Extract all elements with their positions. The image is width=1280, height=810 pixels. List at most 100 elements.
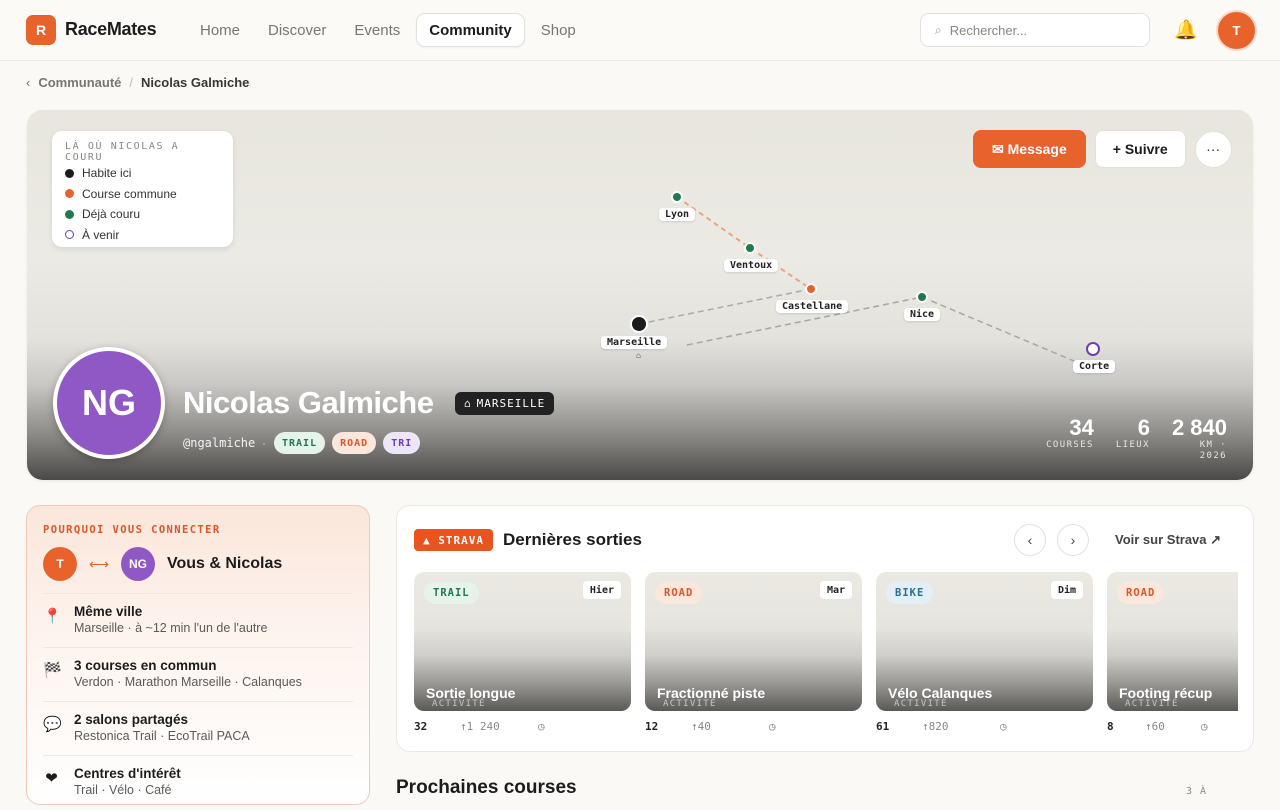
legend-label: À venir: [82, 227, 120, 242]
activity-carousel: TRAIL Hier ACTIVITÉ Sortie longue 32 ↑1 …: [414, 572, 1238, 742]
activity-elevation: ↑60: [1145, 720, 1165, 733]
strava-activities-card: ▲ STRAVA Dernières sorties ‹ › Voir sur …: [396, 505, 1254, 752]
reason-title: Centres d'intérêt: [74, 766, 181, 781]
legend-item-done: Déjà couru: [65, 204, 220, 225]
breadcrumb-separator: /: [129, 75, 134, 90]
activity-tag: ROAD: [1117, 582, 1165, 604]
shared-dot-icon: [65, 189, 74, 199]
pin-ventoux[interactable]: [744, 242, 756, 254]
back-chevron-icon[interactable]: ‹: [26, 75, 30, 90]
map-legend: LÀ OÙ NICOLAS A COURU Habite ici Course …: [52, 131, 233, 247]
activity-image: ROAD ACTIVITÉ Footing récup: [1107, 572, 1238, 711]
activity-date: Dim: [1050, 581, 1083, 599]
clock-icon: ◷: [769, 720, 776, 733]
activity-tag: ROAD: [655, 582, 703, 604]
activity-title: Vélo Calanques: [888, 685, 993, 701]
logo-icon[interactable]: R: [26, 15, 56, 45]
nav-shop[interactable]: Shop: [529, 13, 588, 47]
pin-marseille[interactable]: [630, 315, 648, 333]
pin-lyon[interactable]: [671, 191, 683, 203]
stat-value: 6: [1137, 415, 1150, 440]
activity-card[interactable]: ROAD ACTIVITÉ Footing récup 8 ↑60 ◷: [1107, 572, 1238, 742]
activity-date: Hier: [582, 581, 621, 599]
view-on-strava-link[interactable]: Voir sur Strava ↗: [1115, 532, 1221, 548]
legend-item-home: Habite ici: [65, 163, 220, 184]
pin-label-corte[interactable]: Corte: [1073, 360, 1116, 373]
activity-card[interactable]: TRAIL Hier ACTIVITÉ Sortie longue 32 ↑1 …: [414, 572, 631, 742]
search-icon: ⌕: [935, 22, 942, 37]
nav-home[interactable]: Home: [188, 13, 252, 47]
activity-card[interactable]: BIKE Dim ACTIVITÉ Vélo Calanques 61 ↑820…: [876, 572, 1093, 742]
search-box[interactable]: ⌕: [920, 13, 1150, 47]
activity-km: 8: [1107, 720, 1114, 733]
city-badge: ⌂ MARSEILLE: [455, 392, 555, 415]
legend-item-shared: Course commune: [65, 184, 220, 205]
stat-label: COURSES: [1046, 440, 1094, 450]
pin-label-ventoux[interactable]: Ventoux: [724, 259, 779, 272]
activity-card[interactable]: ROAD Mar ACTIVITÉ Fractionné piste 12 ↑4…: [645, 572, 862, 742]
nav-discover[interactable]: Discover: [256, 13, 338, 47]
pin-icon: 📍: [43, 608, 62, 625]
activity-tag: BIKE: [886, 582, 934, 604]
user-avatar[interactable]: T: [1218, 12, 1255, 49]
reason-sub: Marseille · à ~12 min l'un de l'autre: [74, 621, 268, 635]
activity-meta: 12 ↑40 ◷: [645, 711, 862, 742]
reason-title: 2 salons partagés: [74, 712, 189, 727]
nav-community[interactable]: Community: [416, 13, 525, 47]
connection-pair: T ⟷ NG Vous & Nicolas: [43, 547, 353, 581]
pin-nice[interactable]: [916, 291, 928, 303]
pin-label-marseille[interactable]: Marseille: [601, 336, 668, 349]
activity-meta: 32 ↑1 240 ◷: [414, 711, 631, 742]
profile-name: Nicolas Galmiche: [183, 385, 434, 420]
breadcrumb-parent[interactable]: Communauté: [38, 75, 121, 90]
handle-separator: ·: [262, 436, 266, 450]
strava-badge: ▲ STRAVA: [414, 529, 493, 551]
pin-label-nice[interactable]: Nice: [904, 308, 941, 321]
pin-corte[interactable]: [1086, 342, 1100, 356]
chat-bubble-icon: 💬: [43, 716, 62, 733]
next-arrow-icon[interactable]: ›: [1057, 524, 1089, 556]
city-label: MARSEILLE: [476, 397, 546, 410]
tag-road: ROAD: [332, 432, 377, 454]
reason-title: Même ville: [74, 604, 143, 619]
reason-interests: ❤ Centres d'intérêt Trail · Vélo · Café: [43, 756, 353, 810]
reason-sub: Verdon · Marathon Marseille · Calanques: [74, 675, 302, 689]
top-bar: R RaceMates Home Discover Events Communi…: [0, 0, 1280, 61]
stat-label: KM · 2026: [1199, 440, 1227, 461]
follow-button[interactable]: + Suivre: [1094, 130, 1186, 168]
activity-title: Footing récup: [1119, 685, 1213, 701]
activity-elevation: ↑820: [922, 720, 949, 733]
legend-label: Habite ici: [82, 166, 132, 181]
reason-sub: Restonica Trail · EcoTrail PACA: [74, 729, 250, 743]
prev-arrow-icon[interactable]: ‹: [1014, 524, 1046, 556]
why-heading: POURQUOI VOUS CONNECTER: [43, 524, 221, 536]
activity-image: ROAD Mar ACTIVITÉ Fractionné piste: [645, 572, 862, 711]
search-input[interactable]: [949, 22, 1130, 38]
home-dot-icon: [65, 168, 74, 178]
heart-icon: ❤: [45, 770, 58, 787]
pin-castellane[interactable]: [805, 283, 817, 295]
pin-label-lyon[interactable]: Lyon: [659, 208, 696, 221]
stat-label: LIEUX: [1115, 440, 1150, 450]
activity-tag: TRAIL: [424, 582, 479, 604]
activity-image: BIKE Dim ACTIVITÉ Vélo Calanques: [876, 572, 1093, 711]
tag-trail: TRAIL: [274, 432, 326, 454]
upcoming-dot-icon: [65, 230, 74, 240]
profile-actions: ✉ Message + Suivre ···: [973, 130, 1232, 168]
home-icon: ⌂: [636, 351, 641, 360]
message-button[interactable]: ✉ Message: [973, 130, 1086, 168]
reason-sub: Trail · Vélo · Café: [74, 783, 172, 797]
upcoming-races-title: Prochaines courses: [396, 777, 577, 798]
app-name[interactable]: RaceMates: [65, 19, 157, 40]
checkered-flag-icon: 🏁: [43, 662, 62, 679]
reasons-list: 📍 Même ville Marseille · à ~12 min l'un d…: [43, 593, 353, 810]
profile-stats: 34 COURSES 6 LIEUX 2 840 KM · 2026: [1046, 416, 1227, 462]
nav-events[interactable]: Events: [342, 13, 412, 47]
breadcrumb: ‹ Communauté / Nicolas Galmiche: [26, 75, 249, 90]
notification-bell-icon[interactable]: 🔔: [1174, 18, 1198, 42]
main-nav: Home Discover Events Community Shop: [188, 13, 588, 47]
activity-title: Sortie longue: [426, 685, 516, 701]
home-small-icon: ⌂: [464, 397, 472, 410]
more-options-button[interactable]: ···: [1194, 130, 1232, 168]
pin-label-castellane[interactable]: Castellane: [776, 300, 849, 313]
